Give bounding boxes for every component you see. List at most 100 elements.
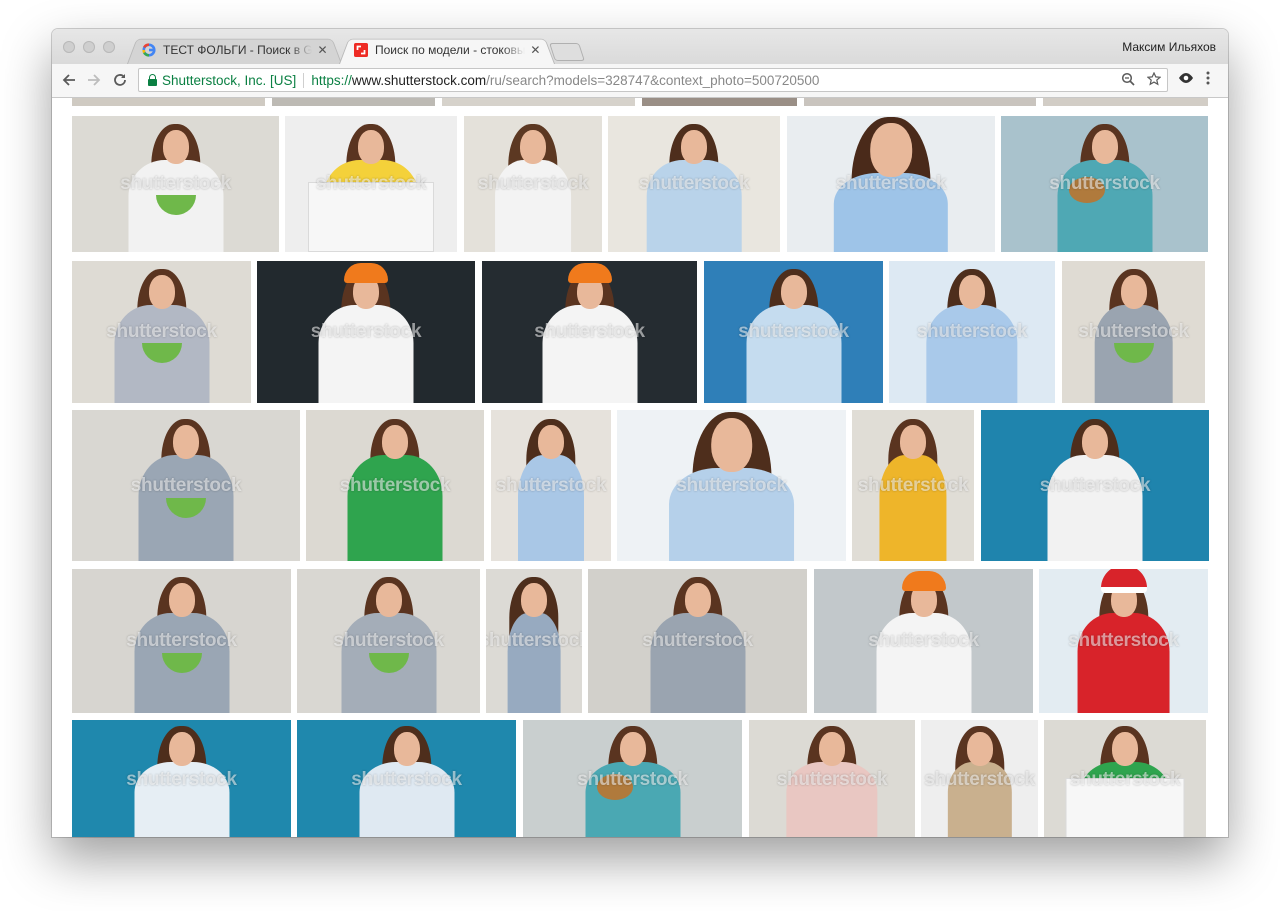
tab-google-search[interactable]: ТЕСТ ФОЛЬГИ - Поиск в Google ✕ <box>127 36 342 64</box>
face-shape <box>1112 732 1138 766</box>
blank-sign-icon <box>1065 778 1185 837</box>
stock-photo-thumbnail[interactable]: shutterstock <box>1062 261 1205 403</box>
outfit-shape <box>1047 455 1143 561</box>
stock-photo-thumbnail[interactable]: shutterstock <box>306 410 484 561</box>
zoom-icon[interactable] <box>1121 72 1135 86</box>
outfit-shape <box>347 455 443 561</box>
outfit-shape <box>650 613 745 713</box>
menu-icon[interactable] <box>1205 70 1211 90</box>
model-figure <box>858 410 968 561</box>
star-icon[interactable] <box>1147 72 1161 86</box>
face-shape <box>358 129 384 164</box>
face-shape <box>173 425 199 460</box>
stock-photo-thumbnail[interactable] <box>72 98 265 106</box>
outfit-shape <box>876 613 971 713</box>
stock-photo-thumbnail[interactable]: shutterstock <box>921 720 1038 837</box>
outfit-shape <box>879 455 947 561</box>
back-icon[interactable] <box>58 69 80 91</box>
stock-photo-thumbnail[interactable]: shutterstock <box>1001 116 1208 252</box>
zoom-window-button[interactable] <box>103 41 115 53</box>
face-shape <box>382 425 408 460</box>
stock-photo-thumbnail[interactable] <box>1043 98 1208 106</box>
stock-photo-thumbnail[interactable]: shutterstock <box>297 569 480 713</box>
outfit-shape <box>495 159 571 252</box>
stock-photo-thumbnail[interactable]: shutterstock <box>588 569 807 713</box>
stock-photo-thumbnail[interactable]: shutterstock <box>464 116 602 252</box>
model-figure <box>639 116 749 252</box>
face-shape <box>819 732 845 766</box>
close-window-button[interactable] <box>63 41 75 53</box>
stock-photo-thumbnail[interactable]: shutterstock <box>981 410 1209 561</box>
new-tab-button[interactable] <box>549 43 585 61</box>
model-figure <box>131 410 241 561</box>
stock-photo-thumbnail[interactable]: shutterstock <box>787 116 995 252</box>
model-figure <box>917 261 1027 403</box>
stock-photo-thumbnail[interactable]: shutterstock <box>1044 720 1206 837</box>
eye-icon[interactable] <box>1178 70 1194 90</box>
reload-icon[interactable] <box>109 69 131 91</box>
url-path: /ru/search?models=328747&context_photo=5… <box>486 72 820 88</box>
outfit-shape <box>833 173 949 252</box>
close-tab-icon[interactable]: ✕ <box>316 43 329 57</box>
site-identity[interactable]: Shutterstock, Inc. [US] <box>162 73 296 88</box>
stock-photo-thumbnail[interactable]: shutterstock <box>889 261 1055 403</box>
stock-photo-thumbnail[interactable] <box>272 98 435 106</box>
model-figure <box>1079 261 1189 403</box>
forward-icon[interactable] <box>83 69 105 91</box>
stock-photo-thumbnail[interactable]: shutterstock <box>814 569 1033 713</box>
stock-photo-thumbnail[interactable]: shutterstock <box>704 261 883 403</box>
stock-photo-thumbnail[interactable]: shutterstock <box>852 410 974 561</box>
outfit-shape <box>518 455 584 561</box>
face-shape <box>168 583 195 618</box>
stock-photo-thumbnail[interactable]: shutterstock <box>749 720 915 837</box>
tab-shutterstock-search[interactable]: Поиск по модели - стоковые изображения ✕ <box>339 36 555 64</box>
face-shape <box>521 583 547 618</box>
model-figure <box>644 410 820 561</box>
stock-photo-thumbnail[interactable]: shutterstock <box>617 410 846 561</box>
model-figure <box>334 569 444 713</box>
model-figure <box>535 261 645 403</box>
stock-photo-thumbnail[interactable]: shutterstock <box>72 720 291 837</box>
stock-photo-thumbnail[interactable]: shutterstock <box>491 410 611 561</box>
close-tab-icon[interactable]: ✕ <box>529 43 542 57</box>
face-shape <box>684 583 711 618</box>
stock-photo-thumbnail[interactable] <box>804 98 1036 106</box>
image-results-grid: shutterstock shutterstock shutterstock shut… <box>52 98 1228 837</box>
google-icon <box>142 43 156 57</box>
outfit-shape <box>786 762 878 837</box>
model-figure <box>127 569 237 713</box>
tab-title: ТЕСТ ФОЛЬГИ - Поиск в Google <box>163 43 312 57</box>
hard-hat-icon <box>344 263 388 284</box>
model-figure <box>869 569 979 713</box>
model-figure <box>1040 410 1150 561</box>
outfit-shape <box>746 305 841 403</box>
stock-photo-thumbnail[interactable] <box>442 98 635 106</box>
minimize-window-button[interactable] <box>83 41 95 53</box>
stock-photo-thumbnail[interactable]: shutterstock <box>1039 569 1208 713</box>
model-figure <box>925 720 1035 837</box>
stock-photo-thumbnail[interactable]: shutterstock <box>482 261 697 403</box>
model-figure <box>127 720 237 837</box>
outfit-shape <box>947 762 1012 837</box>
stock-photo-thumbnail[interactable]: shutterstock <box>72 569 291 713</box>
profile-name[interactable]: Максим Ильяхов <box>1122 40 1216 54</box>
stock-photo-thumbnail[interactable]: shutterstock <box>523 720 742 837</box>
model-figure <box>308 116 434 252</box>
outfit-shape <box>585 762 680 837</box>
address-bar[interactable]: Shutterstock, Inc. [US] https://www.shut… <box>138 68 1168 92</box>
stock-photo-thumbnail[interactable]: shutterstock <box>608 116 780 252</box>
model-figure <box>107 261 217 403</box>
stock-photo-thumbnail[interactable] <box>642 98 797 106</box>
face-shape <box>162 129 189 164</box>
stock-photo-thumbnail[interactable]: shutterstock <box>297 720 516 837</box>
stock-photo-thumbnail[interactable]: shutterstock <box>257 261 475 403</box>
face-shape <box>538 425 564 460</box>
stock-photo-thumbnail[interactable]: shutterstock <box>72 261 251 403</box>
stock-photo-thumbnail[interactable]: shutterstock <box>72 410 300 561</box>
face-shape <box>619 732 646 766</box>
stock-photo-thumbnail[interactable]: shutterstock <box>72 116 279 252</box>
face-shape <box>393 732 420 766</box>
stock-photo-thumbnail[interactable]: shutterstock <box>285 116 457 252</box>
stock-photo-thumbnail[interactable]: shutterstock <box>486 569 582 713</box>
model-figure <box>643 569 753 713</box>
